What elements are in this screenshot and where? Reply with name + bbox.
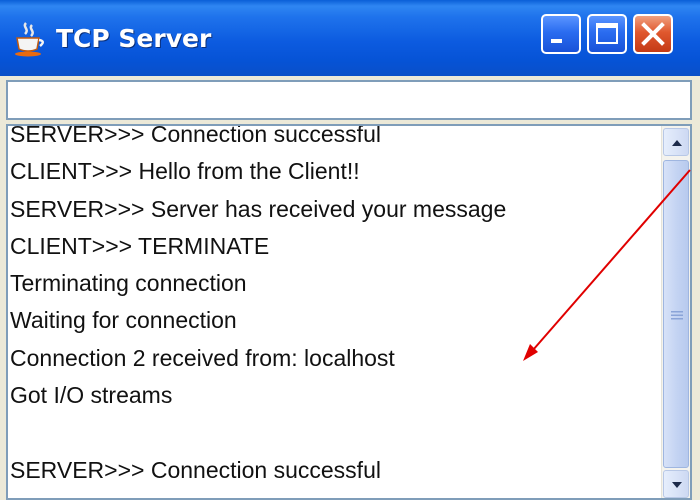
log-line: SERVER>>> Connection successful [10, 456, 381, 483]
log-content: SERVER>>> Connection successful CLIENT>>… [10, 126, 662, 498]
window-title: TCP Server [56, 24, 212, 53]
java-cup-icon [12, 20, 48, 58]
maximize-button[interactable] [587, 14, 627, 54]
vertical-scrollbar[interactable] [661, 126, 690, 498]
scroll-down-button[interactable] [663, 470, 689, 498]
minimize-button[interactable] [541, 14, 581, 54]
close-button[interactable] [633, 14, 673, 54]
log-line: Waiting for connection [10, 307, 237, 334]
log-line: SERVER>>> Server has received your messa… [10, 195, 507, 222]
log-line: Terminating connection [10, 270, 247, 297]
tcp-server-window: TCP Server SERVER>>> Connection successf… [0, 0, 700, 500]
grip-icon [671, 306, 683, 320]
log-line: SERVER>>> Connection successful [10, 126, 381, 147]
log-line: CLIENT>>> TERMINATE [10, 232, 270, 259]
log-line: Connection 2 received from: localhost [10, 344, 395, 371]
log-line: Got I/O streams [10, 382, 173, 409]
log-line: CLIENT>>> Hello from the Client!! [10, 158, 360, 185]
scroll-up-button[interactable] [663, 128, 689, 156]
title-bar[interactable]: TCP Server [0, 0, 700, 76]
log-textarea[interactable]: SERVER>>> Connection successful CLIENT>>… [6, 124, 692, 500]
message-input[interactable] [6, 80, 692, 120]
scroll-thumb[interactable] [663, 160, 689, 468]
